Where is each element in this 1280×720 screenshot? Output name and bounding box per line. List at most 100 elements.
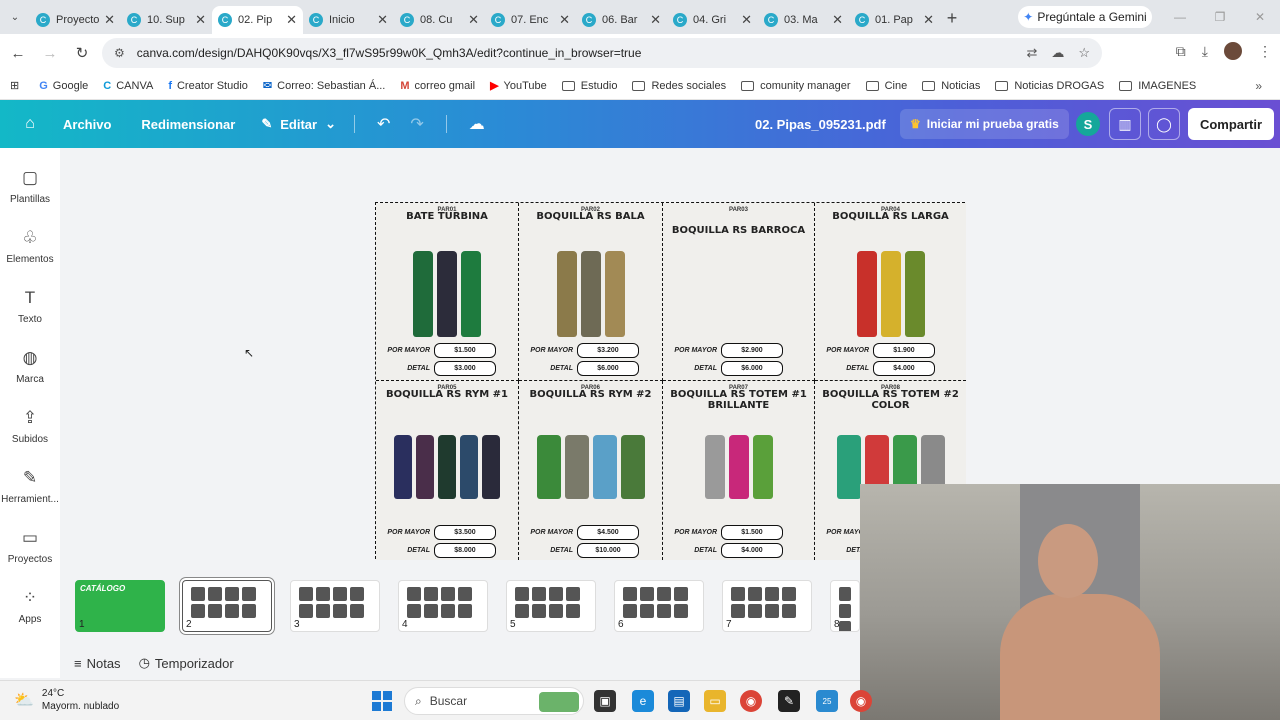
page-thumbnail[interactable]: 8 bbox=[830, 580, 860, 632]
bookmarks-more-icon[interactable]: » bbox=[1255, 79, 1262, 93]
close-tab-icon[interactable]: ✕ bbox=[741, 12, 752, 28]
page-thumbnail[interactable]: 7 bbox=[722, 580, 812, 632]
close-tab-icon[interactable]: ✕ bbox=[468, 12, 479, 28]
product-card[interactable]: PAR03 BOQUILLA RS BARROCA POR MAYOR $2.900 D… bbox=[663, 203, 815, 381]
browser-tab[interactable]: C Proyecto ✕ bbox=[30, 6, 121, 34]
sidebar-item[interactable]: ▢ Plantillas bbox=[0, 168, 60, 205]
forward-icon[interactable]: → bbox=[36, 45, 64, 62]
browser-tab[interactable]: C Inicio ✕ bbox=[303, 6, 394, 34]
product-card[interactable]: PAR02 BOQUILLA RS BALA POR MAYOR $3.200 DETA… bbox=[519, 203, 663, 381]
browser-tab[interactable]: C 02. Pip ✕ bbox=[212, 6, 303, 34]
close-tab-icon[interactable]: ✕ bbox=[286, 12, 297, 28]
download-icon[interactable]: ⤓ bbox=[1202, 43, 1208, 60]
sidebar-item[interactable]: ✎ Herramient... bbox=[0, 468, 60, 505]
archivo-menu[interactable]: Archivo bbox=[63, 117, 111, 132]
extensions-icon[interactable]: ⧉ bbox=[1176, 43, 1186, 60]
sidebar-item[interactable]: ♧ Elementos bbox=[0, 228, 60, 265]
share-button[interactable]: Compartir bbox=[1188, 108, 1274, 140]
bookmark-item[interactable]: Estudio bbox=[561, 79, 617, 92]
editar-menu[interactable]: ✎ Editar ⌄ bbox=[261, 116, 336, 132]
back-icon[interactable]: ← bbox=[4, 45, 32, 62]
bookmark-item[interactable]: ▶ YouTube bbox=[490, 79, 547, 93]
bookmark-item[interactable]: Noticias bbox=[922, 79, 980, 92]
page-thumbnail[interactable]: 2 bbox=[180, 578, 274, 634]
close-tab-icon[interactable]: ✕ bbox=[104, 12, 115, 28]
trial-button[interactable]: ♛ Iniciar mi prueba gratis bbox=[900, 109, 1069, 139]
profile-avatar[interactable] bbox=[1224, 42, 1242, 60]
cloud-icon[interactable]: ☁ bbox=[1051, 45, 1064, 61]
chat-app-icon[interactable]: 25 bbox=[816, 690, 838, 712]
bookmark-item[interactable]: C CANVA bbox=[103, 79, 153, 92]
taskbar-search[interactable]: ⌕ Buscar bbox=[404, 687, 584, 715]
store-icon[interactable]: ▤ bbox=[668, 690, 690, 712]
maximize-icon[interactable]: ❐ bbox=[1200, 0, 1240, 34]
tab-search-icon[interactable]: ⌄ bbox=[0, 12, 30, 23]
close-tab-icon[interactable]: ✕ bbox=[832, 12, 843, 28]
gemini-button[interactable]: ✦ Pregúntale a Gemini bbox=[1018, 6, 1152, 28]
bookmark-item[interactable]: Redes sociales bbox=[632, 79, 726, 92]
product-card[interactable]: PAR04 BOQUILLA RS LARGA POR MAYOR $1.900 DET… bbox=[815, 203, 966, 381]
browser-tab[interactable]: C 03. Ma ✕ bbox=[758, 6, 849, 34]
insights-icon[interactable]: ▥ bbox=[1109, 108, 1141, 140]
notes-button[interactable]: ≡ Notas bbox=[74, 656, 121, 671]
browser-tab[interactable]: C 10. Sup ✕ bbox=[121, 6, 212, 34]
browser-tab[interactable]: C 04. Gri ✕ bbox=[667, 6, 758, 34]
close-tab-icon[interactable]: ✕ bbox=[559, 12, 570, 28]
undo-icon[interactable]: ↶ bbox=[377, 114, 390, 134]
close-tab-icon[interactable]: ✕ bbox=[377, 12, 388, 28]
bookmark-item[interactable]: Cine bbox=[865, 79, 907, 92]
bookmark-item[interactable]: Noticias DROGAS bbox=[995, 79, 1104, 92]
product-card[interactable]: PAR06 BOQUILLA RS RYM #2 POR MAYOR $4.500 DE… bbox=[519, 381, 663, 560]
page-thumbnail[interactable]: 5 bbox=[506, 580, 596, 632]
bookmark-item[interactable]: G Google bbox=[39, 79, 88, 92]
browser-tab[interactable]: C 01. Pap ✕ bbox=[849, 6, 940, 34]
close-tab-icon[interactable]: ✕ bbox=[195, 12, 206, 28]
product-card[interactable]: PAR01 BATE TURBINA POR MAYOR $1.500 DETAL $3.… bbox=[376, 203, 519, 381]
page-thumbnail[interactable]: 4 bbox=[398, 580, 488, 632]
close-window-icon[interactable]: ✕ bbox=[1240, 0, 1280, 34]
task-view-icon[interactable]: ▣ bbox=[594, 690, 616, 712]
home-icon[interactable]: ⌂ bbox=[15, 109, 45, 139]
timer-button[interactable]: ◷ Temporizador bbox=[139, 655, 234, 671]
new-tab-button[interactable]: + bbox=[940, 8, 964, 29]
redo-icon[interactable]: ↷ bbox=[410, 114, 423, 134]
cloud-saved-icon[interactable]: ☁ bbox=[469, 114, 485, 134]
chrome-icon[interactable]: ◉ bbox=[740, 690, 762, 712]
sidebar-item[interactable]: ◍ Marca bbox=[0, 348, 60, 385]
site-info-icon[interactable]: ⚙ bbox=[114, 46, 125, 60]
bookmark-item[interactable]: ✉ Correo: Sebastian Á... bbox=[263, 79, 385, 93]
edge-icon[interactable]: e bbox=[632, 690, 654, 712]
file-explorer-icon[interactable]: ▭ bbox=[704, 690, 726, 712]
bookmark-item[interactable]: comunity manager bbox=[741, 79, 851, 92]
reload-icon[interactable]: ↻ bbox=[68, 44, 96, 62]
user-avatar[interactable]: S bbox=[1076, 112, 1100, 136]
sidebar-item[interactable]: ⇪ Subidos bbox=[0, 408, 60, 445]
notes-app-icon[interactable]: ✎ bbox=[778, 690, 800, 712]
weather-widget[interactable]: ⛅ 24°C Mayorm. nublado bbox=[14, 687, 119, 713]
windows-start-icon[interactable] bbox=[372, 691, 392, 711]
translate-icon[interactable]: ⇄ bbox=[1026, 45, 1037, 61]
close-tab-icon[interactable]: ✕ bbox=[923, 12, 934, 28]
product-card[interactable]: PAR07 BOQUILLA RS TOTEM #1 BRILLANTE POR M… bbox=[663, 381, 815, 560]
file-name[interactable]: 02. Pipas_095231.pdf bbox=[755, 117, 886, 132]
browser-tab[interactable]: C 07. Enc ✕ bbox=[485, 6, 576, 34]
bookmark-item[interactable]: Mcorreo gmail bbox=[400, 79, 475, 92]
product-card[interactable]: PAR05 BOQUILLA RS RYM #1 POR MAYOR $3.500 DE… bbox=[376, 381, 519, 560]
browser-tab[interactable]: C 06. Bar ✕ bbox=[576, 6, 667, 34]
comments-icon[interactable]: ◯ bbox=[1148, 108, 1180, 140]
page-thumbnail[interactable]: CATÁLOGO 1 bbox=[75, 580, 165, 632]
bookmark-item[interactable]: IMAGENES bbox=[1119, 79, 1196, 92]
apps-grid-icon[interactable]: ⊞ bbox=[10, 79, 19, 92]
minimize-icon[interactable]: — bbox=[1160, 0, 1200, 34]
redimensionar-menu[interactable]: Redimensionar bbox=[141, 117, 235, 132]
sidebar-item[interactable]: ▭ Proyectos bbox=[0, 528, 60, 565]
chrome-profile-icon[interactable]: ◉ bbox=[850, 690, 872, 712]
address-bar[interactable]: ⚙ canva.com/design/DAHQ0K90vqs/X3_fl7wS9… bbox=[102, 38, 1102, 68]
page-thumbnail[interactable]: 3 bbox=[290, 580, 380, 632]
star-icon[interactable]: ☆ bbox=[1078, 45, 1090, 61]
more-icon[interactable]: ⋮ bbox=[1258, 43, 1272, 60]
bookmark-item[interactable]: f Creator Studio bbox=[168, 79, 248, 92]
close-tab-icon[interactable]: ✕ bbox=[650, 12, 661, 28]
browser-tab[interactable]: C 08. Cu ✕ bbox=[394, 6, 485, 34]
sidebar-item[interactable]: ⁘ Apps bbox=[0, 588, 60, 625]
